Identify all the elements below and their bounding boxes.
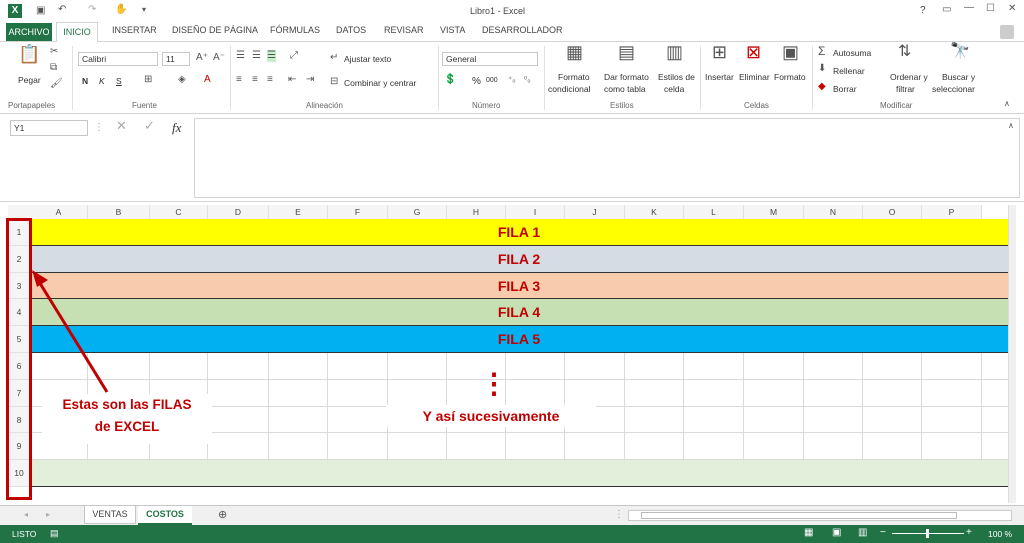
prev-sheet-icon[interactable]: ◂	[24, 509, 28, 521]
zoom-level[interactable]: 100 %	[988, 529, 1012, 539]
annotation-left-line2: de EXCEL	[94, 419, 160, 434]
zoom-slider[interactable]	[892, 529, 964, 538]
annotation-arrow	[32, 270, 109, 393]
sheet-tab-ventas[interactable]: VENTAS	[84, 506, 136, 524]
page-break-view-icon[interactable]: ▥	[858, 527, 867, 539]
macro-record-icon[interactable]: ▤	[50, 527, 59, 539]
more-sheets-icon[interactable]: ⋮	[614, 509, 624, 521]
annotation-right: Y así sucesivamente	[386, 405, 596, 427]
zoom-in-icon[interactable]: +	[966, 527, 972, 539]
zoom-out-icon[interactable]: −	[880, 527, 886, 539]
annotation-dots: ⋮	[480, 368, 508, 399]
annotation-left-line1: Estas son las FILAS	[62, 397, 192, 412]
annotation-left-box: Estas son las FILAS de EXCEL	[42, 394, 212, 444]
status-bar: LISTO ▤ ▦ ▣ ▥ − + 100 %	[0, 525, 1024, 543]
page-layout-view-icon[interactable]: ▣	[832, 527, 841, 539]
new-sheet-icon[interactable]: ⊕	[218, 509, 227, 521]
sheet-tab-costos[interactable]: COSTOS	[138, 506, 192, 525]
sheet-tabs-bar: ◂ ▸ VENTAS COSTOS ⊕ ⋮	[0, 505, 1024, 525]
normal-view-icon[interactable]: ▦	[804, 527, 813, 539]
status-text: LISTO	[12, 529, 37, 539]
horizontal-scrollbar[interactable]	[628, 510, 1012, 521]
next-sheet-icon[interactable]: ▸	[46, 509, 50, 521]
